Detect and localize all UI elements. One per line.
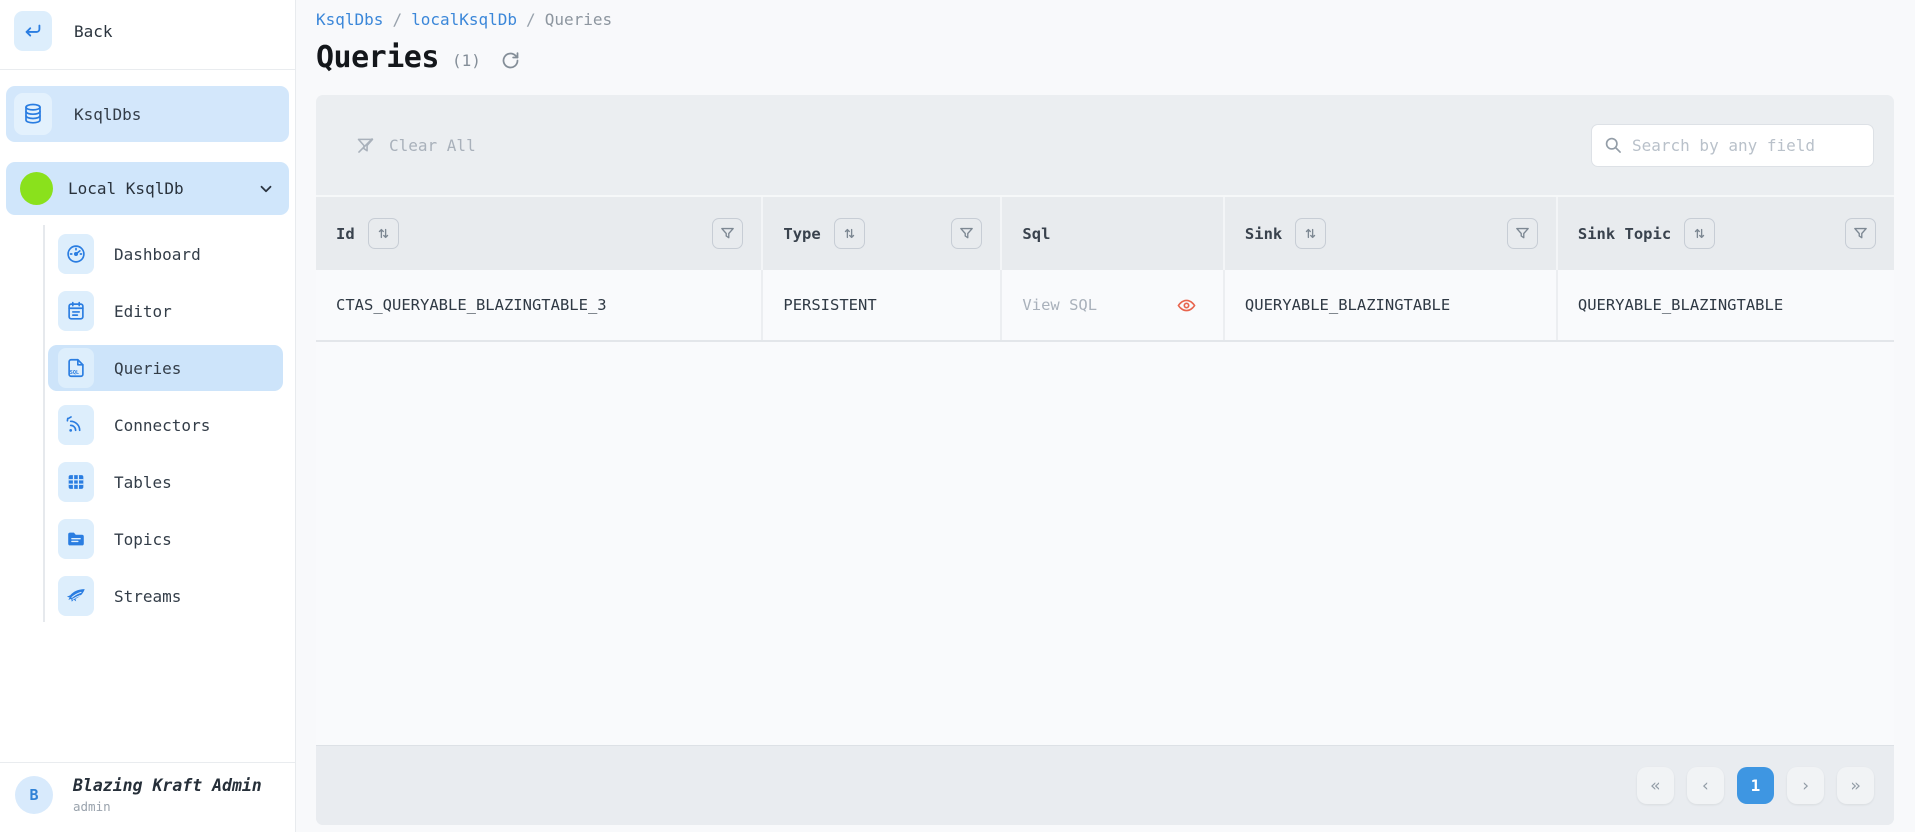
table-grid-icon: [58, 462, 94, 502]
table-header-row: Id Type: [316, 195, 1894, 270]
refresh-icon[interactable]: [500, 44, 521, 71]
chevron-down-icon: [257, 180, 275, 198]
clear-all-label: Clear All: [389, 136, 476, 155]
page-title: Queries: [316, 40, 439, 75]
cell-sink: QUERYABLE_BLAZINGTABLE: [1225, 270, 1558, 340]
cell-id: CTAS_QUERYABLE_BLAZINGTABLE_3: [316, 270, 763, 340]
filter-button[interactable]: [1507, 218, 1538, 249]
table-toolbar: Clear All: [316, 95, 1894, 195]
search-box: [1591, 124, 1874, 167]
user-section[interactable]: B Blazing Kraft Admin admin: [0, 763, 295, 832]
sidebar-item-connectors[interactable]: Connectors: [48, 402, 283, 448]
breadcrumb-separator: /: [392, 10, 402, 29]
sort-button[interactable]: [1684, 218, 1715, 249]
cell-sink-topic: QUERYABLE_BLAZINGTABLE: [1558, 270, 1894, 340]
cell-type: PERSISTENT: [763, 270, 1002, 340]
pagination-next-button[interactable]: ›: [1787, 767, 1824, 804]
breadcrumb-link-localksqldb[interactable]: localKsqlDb: [411, 10, 517, 29]
sort-button[interactable]: [1295, 218, 1326, 249]
breadcrumb: KsqlDbs / localKsqlDb / Queries: [316, 6, 1894, 32]
sidebar-item-label: Tables: [114, 473, 172, 492]
user-role: admin: [73, 799, 262, 814]
table-row[interactable]: CTAS_QUERYABLE_BLAZINGTABLE_3 PERSISTENT…: [316, 270, 1894, 342]
user-name: Blazing Kraft Admin: [73, 776, 262, 795]
sidebar-item-label: Dashboard: [114, 245, 201, 264]
sidebar-item-label: Editor: [114, 302, 172, 321]
back-arrow-icon: [14, 11, 52, 51]
main-content: KsqlDbs / localKsqlDb / Queries Queries …: [296, 0, 1915, 832]
sidebar-item-tables[interactable]: Tables: [48, 459, 283, 505]
sidebar-spacer: [0, 630, 295, 762]
view-sql-link[interactable]: View SQL: [1022, 296, 1097, 314]
pagination-first-button[interactable]: «: [1637, 767, 1674, 804]
sidebar-item-label: Queries: [114, 359, 181, 378]
svg-text:SQL: SQL: [70, 370, 79, 376]
avatar: B: [15, 776, 53, 814]
title-row: Queries (1): [316, 35, 1894, 79]
sidebar-divider: [0, 69, 295, 70]
table-empty-area: [316, 342, 1894, 745]
sidebar-item-ksqldbs[interactable]: KsqlDbs: [6, 86, 289, 142]
pagination-bar: « ‹ 1 › »: [316, 745, 1894, 825]
back-label: Back: [74, 22, 113, 41]
sidebar-cluster-local-ksqldb[interactable]: Local KsqlDb: [6, 162, 289, 215]
filter-button[interactable]: [951, 218, 982, 249]
sidebar: Back KsqlDbs Local KsqlDb: [0, 0, 296, 832]
column-header-type: Type: [763, 197, 1002, 270]
folder-icon: [58, 519, 94, 559]
queries-panel: Clear All Id: [316, 95, 1894, 825]
filter-button[interactable]: [712, 218, 743, 249]
sidebar-item-streams[interactable]: Streams: [48, 573, 283, 619]
column-label: Id: [336, 225, 355, 243]
column-header-sink-topic: Sink Topic: [1558, 197, 1894, 270]
sidebar-item-label: Topics: [114, 530, 172, 549]
cluster-status-dot: [20, 172, 53, 205]
column-header-sink: Sink: [1225, 197, 1558, 270]
sql-file-icon: SQL: [58, 348, 94, 388]
filter-slash-icon: [355, 135, 376, 156]
breadcrumb-separator: /: [526, 10, 536, 29]
gauge-icon: [58, 234, 94, 274]
filter-button[interactable]: [1845, 218, 1876, 249]
column-label: Sql: [1022, 225, 1050, 243]
cell-sql: View SQL: [1002, 270, 1224, 340]
column-label: Type: [783, 225, 820, 243]
breadcrumb-link-ksqldbs[interactable]: KsqlDbs: [316, 10, 383, 29]
sidebar-item-topics[interactable]: Topics: [48, 516, 283, 562]
column-header-id: Id: [316, 197, 763, 270]
sort-button[interactable]: [368, 218, 399, 249]
sidebar-item-editor[interactable]: Editor: [48, 288, 283, 334]
eye-icon[interactable]: [1176, 295, 1197, 316]
sidebar-item-label: Connectors: [114, 416, 210, 435]
journal-icon: [58, 291, 94, 331]
sidebar-subnav: Dashboard Editor SQL Queries: [0, 223, 295, 630]
clear-all-button[interactable]: Clear All: [355, 135, 476, 156]
bird-icon: [58, 576, 94, 616]
pagination-prev-button[interactable]: ‹: [1687, 767, 1724, 804]
sidebar-item-queries[interactable]: SQL Queries: [48, 345, 283, 391]
database-icon: [14, 93, 52, 135]
sort-button[interactable]: [834, 218, 865, 249]
search-input[interactable]: [1591, 124, 1874, 167]
column-label: Sink: [1245, 225, 1282, 243]
column-header-sql: Sql: [1002, 197, 1224, 270]
row-count-badge: (1): [452, 45, 481, 70]
sidebar-item-label: KsqlDbs: [74, 105, 141, 124]
sidebar-item-label: Streams: [114, 587, 181, 606]
back-button[interactable]: Back: [0, 0, 295, 61]
column-label: Sink Topic: [1578, 225, 1671, 243]
sidebar-item-dashboard[interactable]: Dashboard: [48, 231, 283, 277]
satellite-icon: [58, 405, 94, 445]
breadcrumb-current: Queries: [545, 10, 612, 29]
pagination-last-button[interactable]: »: [1837, 767, 1874, 804]
cluster-label: Local KsqlDb: [68, 179, 242, 198]
pagination-page-1-button[interactable]: 1: [1737, 767, 1774, 804]
